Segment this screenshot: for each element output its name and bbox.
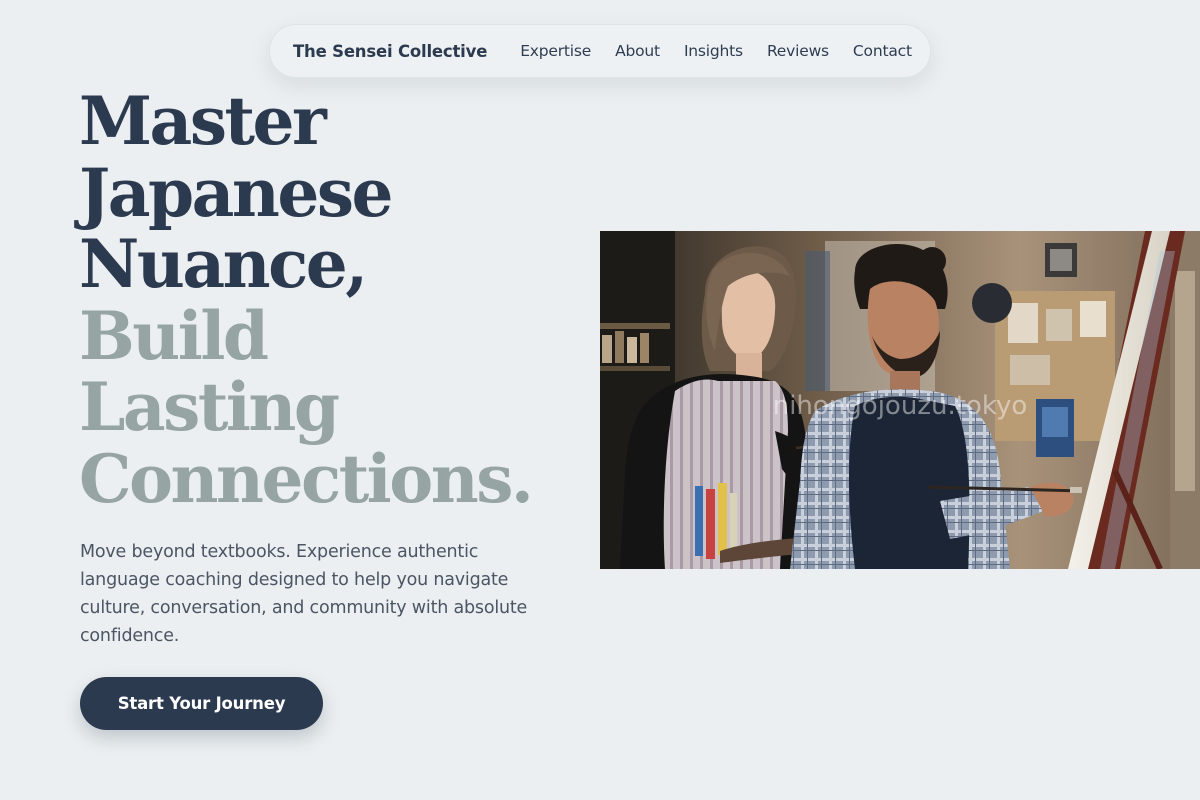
- hero-photo: nihongojouzu.tokyo: [600, 231, 1200, 569]
- headline-line-4: Build: [79, 296, 269, 375]
- nav-link-reviews[interactable]: Reviews: [767, 42, 829, 60]
- hero-description: Move beyond textbooks. Experience authen…: [80, 542, 528, 646]
- headline-line-2: Japanese: [79, 153, 394, 232]
- nav-links: Expertise About Insights Reviews Contact: [496, 42, 912, 60]
- image-watermark: nihongojouzu.tokyo: [773, 391, 1028, 421]
- nav-link-expertise[interactable]: Expertise: [520, 42, 591, 60]
- brand-logo-text[interactable]: The Sensei Collective: [293, 42, 487, 61]
- hero-headline: Master Japanese Nuance, Build Lasting Co…: [79, 82, 599, 518]
- headline-line-5: Lasting: [79, 368, 340, 446]
- studio-painting-illustration: nihongojouzu.tokyo: [600, 231, 1200, 569]
- headline-line-6: Connections.: [79, 439, 534, 518]
- headline-line-1: Master: [79, 82, 327, 160]
- start-journey-button[interactable]: Start Your Journey: [80, 677, 323, 730]
- nav-link-contact[interactable]: Contact: [853, 42, 912, 60]
- headline-line-3: Nuance,: [79, 225, 368, 303]
- top-navigation: The Sensei Collective Expertise About In…: [269, 24, 931, 78]
- nav-link-insights[interactable]: Insights: [684, 42, 743, 60]
- nav-link-about[interactable]: About: [615, 42, 660, 60]
